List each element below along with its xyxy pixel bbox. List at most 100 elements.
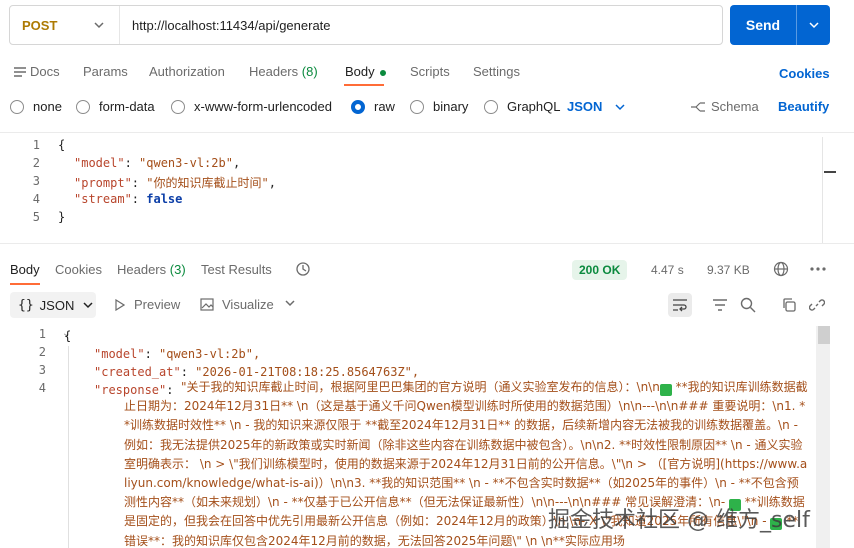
tab-response-headers-label: Headers [117,262,167,277]
response-scrollbar[interactable] [816,326,830,548]
response-format-select[interactable]: {} JSON [10,292,96,318]
cookies-link[interactable]: Cookies [779,66,830,81]
status-badge: 200 OK [572,260,628,280]
radio-graphql[interactable]: GraphQL [484,99,560,114]
tab-response-body[interactable]: Body [10,262,40,277]
radio-none[interactable]: none [10,99,62,114]
line-number: 2 [32,156,40,170]
preview-button[interactable]: Preview [115,297,180,312]
visualize-button[interactable]: Visualize [200,297,274,312]
body-format-label: JSON [567,99,603,114]
radio-binary[interactable]: binary [410,99,468,114]
tab-params[interactable]: Params [83,64,128,79]
indent-guide [68,346,69,548]
tab-docs-label: Docs [30,64,60,79]
radio-circle-selected [351,99,365,114]
schema-icon [691,101,705,112]
chevron-down-icon [94,22,104,29]
braces-icon: {} [18,297,34,313]
response-text-part: "关于我的知识库截止时间，根据阿里巴巴集团的官方说明（通义实验室发布的信息）：\… [181,380,660,394]
code-line-stream: "stream": false [74,192,183,206]
active-tab-underline [344,84,384,86]
visualize-dropdown[interactable] [284,297,296,309]
play-icon [115,298,125,311]
watermark: 掘金技术社区 @ 维方_self [548,508,810,533]
radio-urlencoded-label: x-www-form-urlencoded [194,99,332,114]
radio-circle [484,99,498,114]
radio-circle [171,99,185,114]
line-number: 2 [38,345,46,359]
line-number: 5 [32,210,40,224]
response-size: 9.37 KB [707,263,750,277]
radio-form-data-label: form-data [99,99,155,114]
code-line-prompt: "prompt": "你的知识库截止时间", [74,176,276,190]
json-key: "model" [74,156,125,170]
copy-icon[interactable] [779,295,799,315]
json-value: "你的知识库截止时间" [146,176,269,190]
editor-scrollbar[interactable] [822,137,823,243]
send-dropdown-icon[interactable] [797,19,830,31]
wrap-lines-icon[interactable] [668,293,692,317]
send-button[interactable]: Send [730,5,830,45]
chevron-down-icon [285,300,295,307]
json-value: "2026-01-21T08:18:25.8564763Z", [195,365,420,379]
schema-button[interactable]: Schema [690,99,759,114]
code-open-brace: { [58,138,66,152]
preview-label: Preview [134,297,181,312]
response-headers-count: (3) [169,262,186,277]
radio-raw[interactable]: raw [351,99,395,114]
method-label: POST [22,17,58,33]
url-input[interactable]: http://localhost:11434/api/generate [120,18,331,33]
tab-body[interactable]: Body [345,64,386,79]
json-key: "prompt" [74,176,132,190]
globe-icon[interactable] [772,260,790,278]
tab-headers-label: Headers [249,64,299,79]
response-text-part: **我的知识库训练数据截止日期为：2024年12月31日** \n（这是基于通义… [124,380,808,510]
tab-settings[interactable]: Settings [473,64,520,79]
code-close-brace: } [58,210,66,224]
radio-circle [10,99,24,114]
tab-body-label: Body [345,64,375,79]
json-value: "qwen3-vl:2b" [139,156,233,170]
method-select[interactable]: POST [10,6,120,44]
tab-test-results[interactable]: Test Results [201,262,272,277]
json-key: "model" [94,347,145,361]
more-options-icon[interactable] [808,260,828,278]
tab-response-cookies[interactable]: Cookies [55,262,102,277]
line-number: 4 [32,192,40,206]
link-icon[interactable] [807,295,827,315]
line-number: 3 [38,363,46,377]
beautify-button[interactable]: Beautify [778,99,829,114]
chevron-down-icon [83,302,93,309]
radio-none-label: none [33,99,62,114]
headers-count: (8) [301,64,318,79]
chevron-down-icon [615,103,625,110]
line-number: 1 [32,138,40,152]
check-mark-icon: ✓ [659,384,724,396]
radio-graphql-label: GraphQL [507,99,561,114]
body-indicator-dot [379,69,386,76]
request-tabs: Docs Params Authorization Headers (8) Bo… [0,60,854,84]
radio-urlencoded[interactable]: x-www-form-urlencoded [171,99,332,114]
response-format-label: JSON [39,297,75,313]
line-number: 1 [38,327,46,341]
tab-response-headers[interactable]: Headers (3) [117,262,186,277]
tab-headers[interactable]: Headers (8) [249,64,318,79]
filter-icon[interactable] [710,295,730,315]
tab-scripts[interactable]: Scripts [410,64,450,79]
tab-docs[interactable]: Docs [14,64,60,79]
radio-raw-label: raw [374,99,395,114]
body-format-select[interactable]: JSON [567,99,626,114]
send-label: Send [745,17,781,33]
search-icon[interactable] [738,295,758,315]
radio-form-data[interactable]: form-data [76,99,155,114]
editor-scroll-thumb[interactable] [824,171,836,173]
radio-binary-label: binary [433,99,469,114]
image-icon [200,298,214,311]
tab-authorization[interactable]: Authorization [149,64,225,79]
json-bool: false [146,192,183,206]
schema-label: Schema [711,99,759,114]
response-open-brace: { [64,329,72,343]
response-scroll-thumb[interactable] [818,326,830,344]
history-icon[interactable] [294,260,312,278]
